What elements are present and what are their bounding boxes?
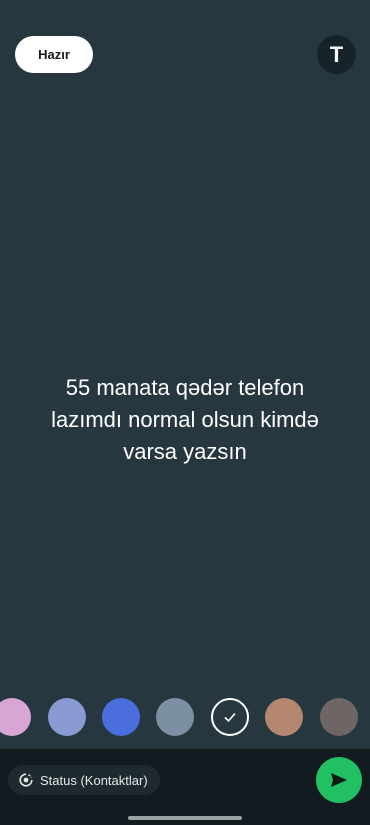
color-swatch[interactable] [265, 698, 303, 736]
color-swatch[interactable] [102, 698, 140, 736]
color-swatch[interactable] [0, 698, 31, 736]
color-swatch-selected[interactable] [211, 698, 249, 736]
status-audience-button[interactable]: Status (Kontaktlar) [8, 765, 160, 795]
checkmark-icon [224, 712, 236, 723]
text-tool-glyph: T [329, 41, 344, 67]
color-swatch[interactable] [320, 698, 358, 736]
color-swatch[interactable] [48, 698, 86, 736]
send-button[interactable] [316, 757, 362, 803]
send-icon [331, 773, 347, 787]
home-indicator[interactable] [128, 816, 242, 820]
status-audience-label: Status (Kontaktlar) [40, 772, 148, 788]
done-button[interactable]: Hazır [15, 36, 93, 73]
text-tool-button[interactable]: T [317, 35, 356, 74]
color-swatch[interactable] [156, 698, 194, 736]
status-text: 55 manata qədər telefon lazımdı normal o… [51, 375, 319, 464]
color-palette [0, 698, 370, 738]
status-ring-icon [19, 773, 33, 787]
